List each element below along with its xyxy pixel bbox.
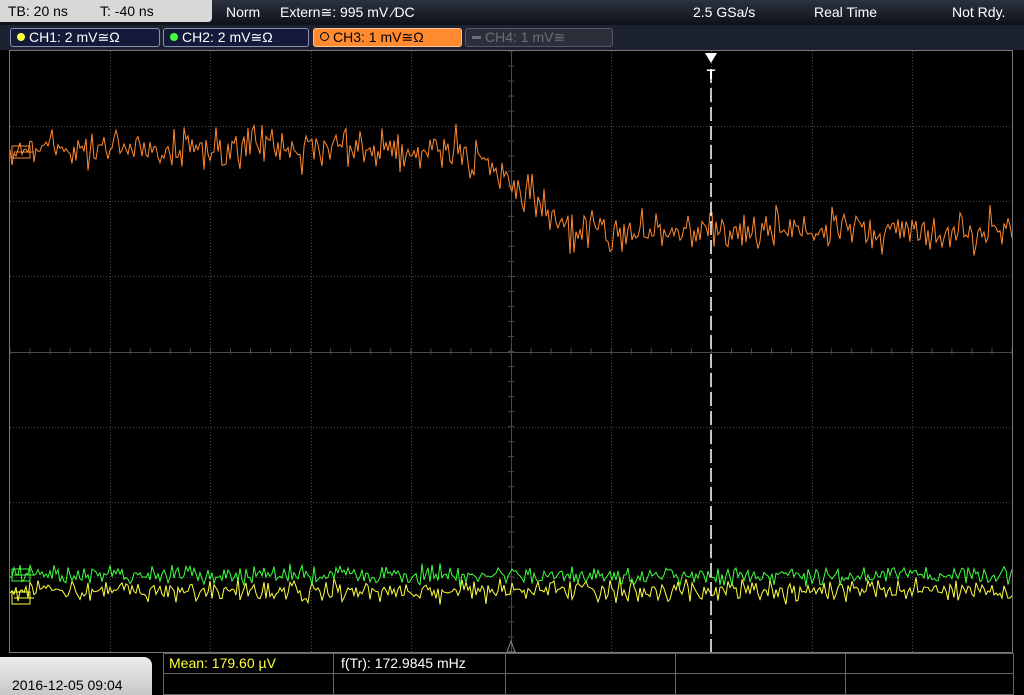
- measurement-cell-2[interactable]: f(Tr): 172.9845 mHz: [334, 654, 506, 674]
- trigger-source[interactable]: Extern≅: 995 mV ⁄DC: [280, 4, 415, 21]
- channel-3-ground-marker-icon[interactable]: [11, 145, 34, 159]
- measurement-table[interactable]: Mean: 179.60 µV f(Tr): 172.9845 mHz: [163, 653, 1014, 695]
- measurement-cell-1[interactable]: Mean: 179.60 µV: [164, 654, 334, 674]
- trigger-position-arrow-icon[interactable]: [705, 53, 717, 63]
- trigger-marker-label: T: [707, 66, 716, 82]
- timebase-label: TB: 20 ns: [8, 3, 68, 19]
- channel-1-button[interactable]: CH1: 2 mV≅Ω: [10, 28, 160, 47]
- status-bar: TB: 20 ns T: -40 ns Norm Extern≅: 995 mV…: [0, 0, 1024, 25]
- trigger-offset-label: T: -40 ns: [100, 3, 154, 19]
- channel-1-ground-marker-icon[interactable]: [11, 591, 34, 605]
- graticule: [10, 51, 1012, 652]
- acquisition-mode[interactable]: Real Time: [814, 4, 877, 20]
- channel-2-label: CH2: 2 mV≅Ω: [182, 29, 273, 45]
- datetime-box: 2016-12-05 09:04: [0, 657, 152, 695]
- measurement-cell-8[interactable]: [506, 674, 676, 694]
- measurement-frequency: f(Tr): 172.9845 mHz: [341, 655, 466, 671]
- waveform-display[interactable]: T: [10, 51, 1012, 652]
- channel-2-button[interactable]: CH2: 2 mV≅Ω: [163, 28, 309, 47]
- measurement-cell-5[interactable]: [846, 654, 1013, 674]
- channel-3-indicator-icon: [320, 32, 329, 41]
- channel-4-label: CH4: 1 mV≅: [485, 29, 566, 45]
- channel-1-indicator-icon: [17, 33, 25, 41]
- datetime-label: 2016-12-05 09:04: [12, 677, 123, 693]
- measurement-cell-7[interactable]: [334, 674, 506, 694]
- trigger-mode[interactable]: Norm: [226, 4, 260, 20]
- measurement-cell-10[interactable]: [846, 674, 1013, 694]
- channel-3-label: CH3: 1 mV≅Ω: [333, 29, 424, 45]
- channel-4-indicator-icon: [472, 36, 481, 39]
- channel-bar: CH1: 2 mV≅Ω CH2: 2 mV≅Ω CH3: 1 mV≅Ω CH4:…: [0, 25, 1024, 50]
- sample-rate: 2.5 GSa/s: [693, 4, 756, 20]
- measurement-cell-9[interactable]: [676, 674, 846, 694]
- bottom-bar: 2016-12-05 09:04 Mean: 179.60 µV f(Tr): …: [0, 653, 1024, 695]
- channel-4-button[interactable]: CH4: 1 mV≅: [465, 28, 613, 47]
- channel-1-label: CH1: 2 mV≅Ω: [29, 29, 120, 45]
- timebase-box[interactable]: TB: 20 ns T: -40 ns: [0, 0, 212, 22]
- channel-3-button[interactable]: CH3: 1 mV≅Ω: [313, 28, 462, 47]
- channel-2-indicator-icon: [170, 33, 178, 41]
- acquisition-status: Not Rdy.: [952, 4, 1006, 20]
- measurement-mean: Mean: 179.60 µV: [169, 655, 276, 671]
- measurement-cell-4[interactable]: [676, 654, 846, 674]
- measurement-cell-3[interactable]: [506, 654, 676, 674]
- measurement-cell-6[interactable]: [164, 674, 334, 694]
